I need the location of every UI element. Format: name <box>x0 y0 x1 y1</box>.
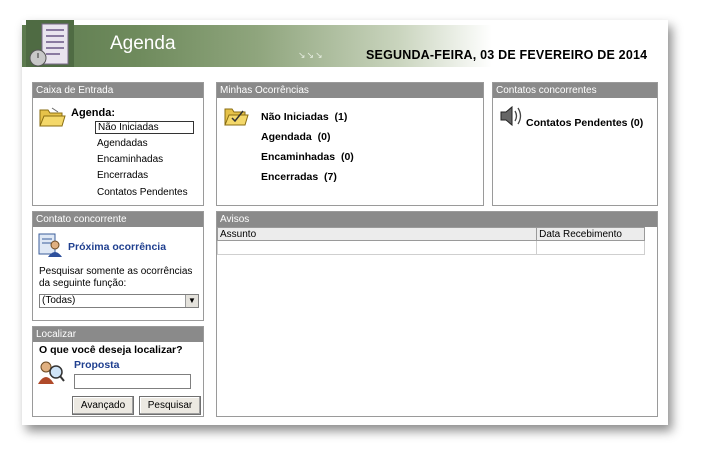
speaker-icon <box>498 103 524 129</box>
next-occurrence-link[interactable]: Próxima ocorrência <box>68 241 166 253</box>
inbox-item-encerradas[interactable]: Encerradas <box>97 170 148 181</box>
header: Agenda ↘↘↘ SEGUNDA-FEIRA, 03 DE FEVEREIR… <box>22 20 668 68</box>
filter-description: Pesquisar somente as ocorrências da segu… <box>39 266 193 289</box>
table-row <box>216 240 645 255</box>
function-select[interactable]: (Todas) ▼ <box>39 294 199 308</box>
folder-icon <box>38 104 66 130</box>
panel-title: Localizar <box>33 327 203 342</box>
occurrence-agendada[interactable]: Agendada (0) <box>261 131 330 143</box>
occurrences-panel: Minhas Ocorrências Não Iniciadas (1) Age… <box>216 82 484 206</box>
concurrent-contact-panel: Contato concorrente Próxima ocorrência P… <box>32 211 204 321</box>
pending-contacts-link[interactable]: Contatos Pendentes (0) <box>526 117 643 129</box>
search-button[interactable]: Pesquisar <box>139 396 201 415</box>
column-header-data-recebimento[interactable]: Data Recebimento <box>536 227 645 241</box>
app-window: Agenda ↘↘↘ SEGUNDA-FEIRA, 03 DE FEVEREIR… <box>22 20 668 425</box>
person-search-icon <box>37 358 65 386</box>
inbox-item-agendadas[interactable]: Agendadas <box>97 138 148 149</box>
chevron-down-icon[interactable]: ▼ <box>185 295 198 307</box>
agenda-label: Agenda: <box>71 107 115 119</box>
panel-title: Contato concorrente <box>33 212 203 227</box>
panel-title: Avisos <box>217 212 657 227</box>
proposal-link[interactable]: Proposta <box>74 359 120 371</box>
locate-panel: Localizar O que você deseja localizar? P… <box>32 326 204 417</box>
advanced-button[interactable]: Avançado <box>72 396 134 415</box>
notices-panel: Avisos Assunto Data Recebimento <box>216 211 658 417</box>
inbox-item-encaminhadas[interactable]: Encaminhadas <box>97 154 163 165</box>
inbox-item-contatos-pendentes[interactable]: Contatos Pendentes <box>97 187 188 198</box>
column-header-assunto[interactable]: Assunto <box>216 227 538 241</box>
function-select-value: (Todas) <box>42 295 76 306</box>
table-cell <box>536 240 645 255</box>
locate-question: O que você deseja localizar? <box>39 344 183 356</box>
occurrence-encaminhadas[interactable]: Encaminhadas (0) <box>261 151 354 163</box>
occurrence-nao-iniciadas[interactable]: Não Iniciadas (1) <box>261 111 347 123</box>
inbox-panel: Caixa de Entrada Agenda: Não Iniciadas A… <box>32 82 204 206</box>
contact-card-icon <box>38 231 62 257</box>
contacts-panel: Contatos concorrentes Contatos Pendentes… <box>492 82 658 206</box>
occurrence-encerradas[interactable]: Encerradas (7) <box>261 171 337 183</box>
panel-title: Minhas Ocorrências <box>217 83 483 98</box>
agenda-logo-icon <box>26 20 74 67</box>
table-cell <box>216 240 538 255</box>
locate-input[interactable] <box>74 374 191 389</box>
panel-title: Caixa de Entrada <box>33 83 203 98</box>
notices-table: Assunto Data Recebimento <box>216 227 645 255</box>
folder-check-icon <box>223 103 249 129</box>
decorative-arrows-icon: ↘↘↘ <box>298 50 324 60</box>
app-title: Agenda <box>110 33 176 54</box>
panel-title: Contatos concorrentes <box>493 83 657 98</box>
current-date: SEGUNDA-FEIRA, 03 DE FEVEREIRO DE 2014 <box>366 48 648 62</box>
inbox-item-nao-iniciadas[interactable]: Não Iniciadas <box>95 121 194 134</box>
